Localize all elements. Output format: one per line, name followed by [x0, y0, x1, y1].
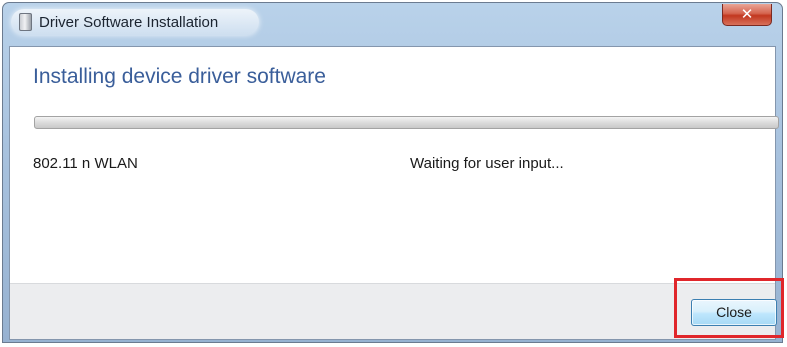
installer-icon	[19, 13, 32, 31]
window-close-button[interactable]: ✕	[722, 4, 772, 26]
close-button[interactable]: Close	[691, 299, 777, 326]
dialog-body: Installing device driver software 802.11…	[9, 46, 779, 340]
device-name: 802.11 n WLAN	[33, 155, 138, 172]
page-heading: Installing device driver software	[33, 65, 326, 88]
close-icon: ✕	[740, 5, 754, 23]
button-footer	[10, 283, 775, 339]
dialog-window: Driver Software Installation ✕ Installin…	[2, 2, 783, 343]
window-title: Driver Software Installation	[39, 14, 219, 31]
install-progress-bar	[34, 116, 779, 129]
title-bar[interactable]: Driver Software Installation ✕	[3, 3, 782, 45]
device-status: Waiting for user input...	[410, 155, 564, 172]
